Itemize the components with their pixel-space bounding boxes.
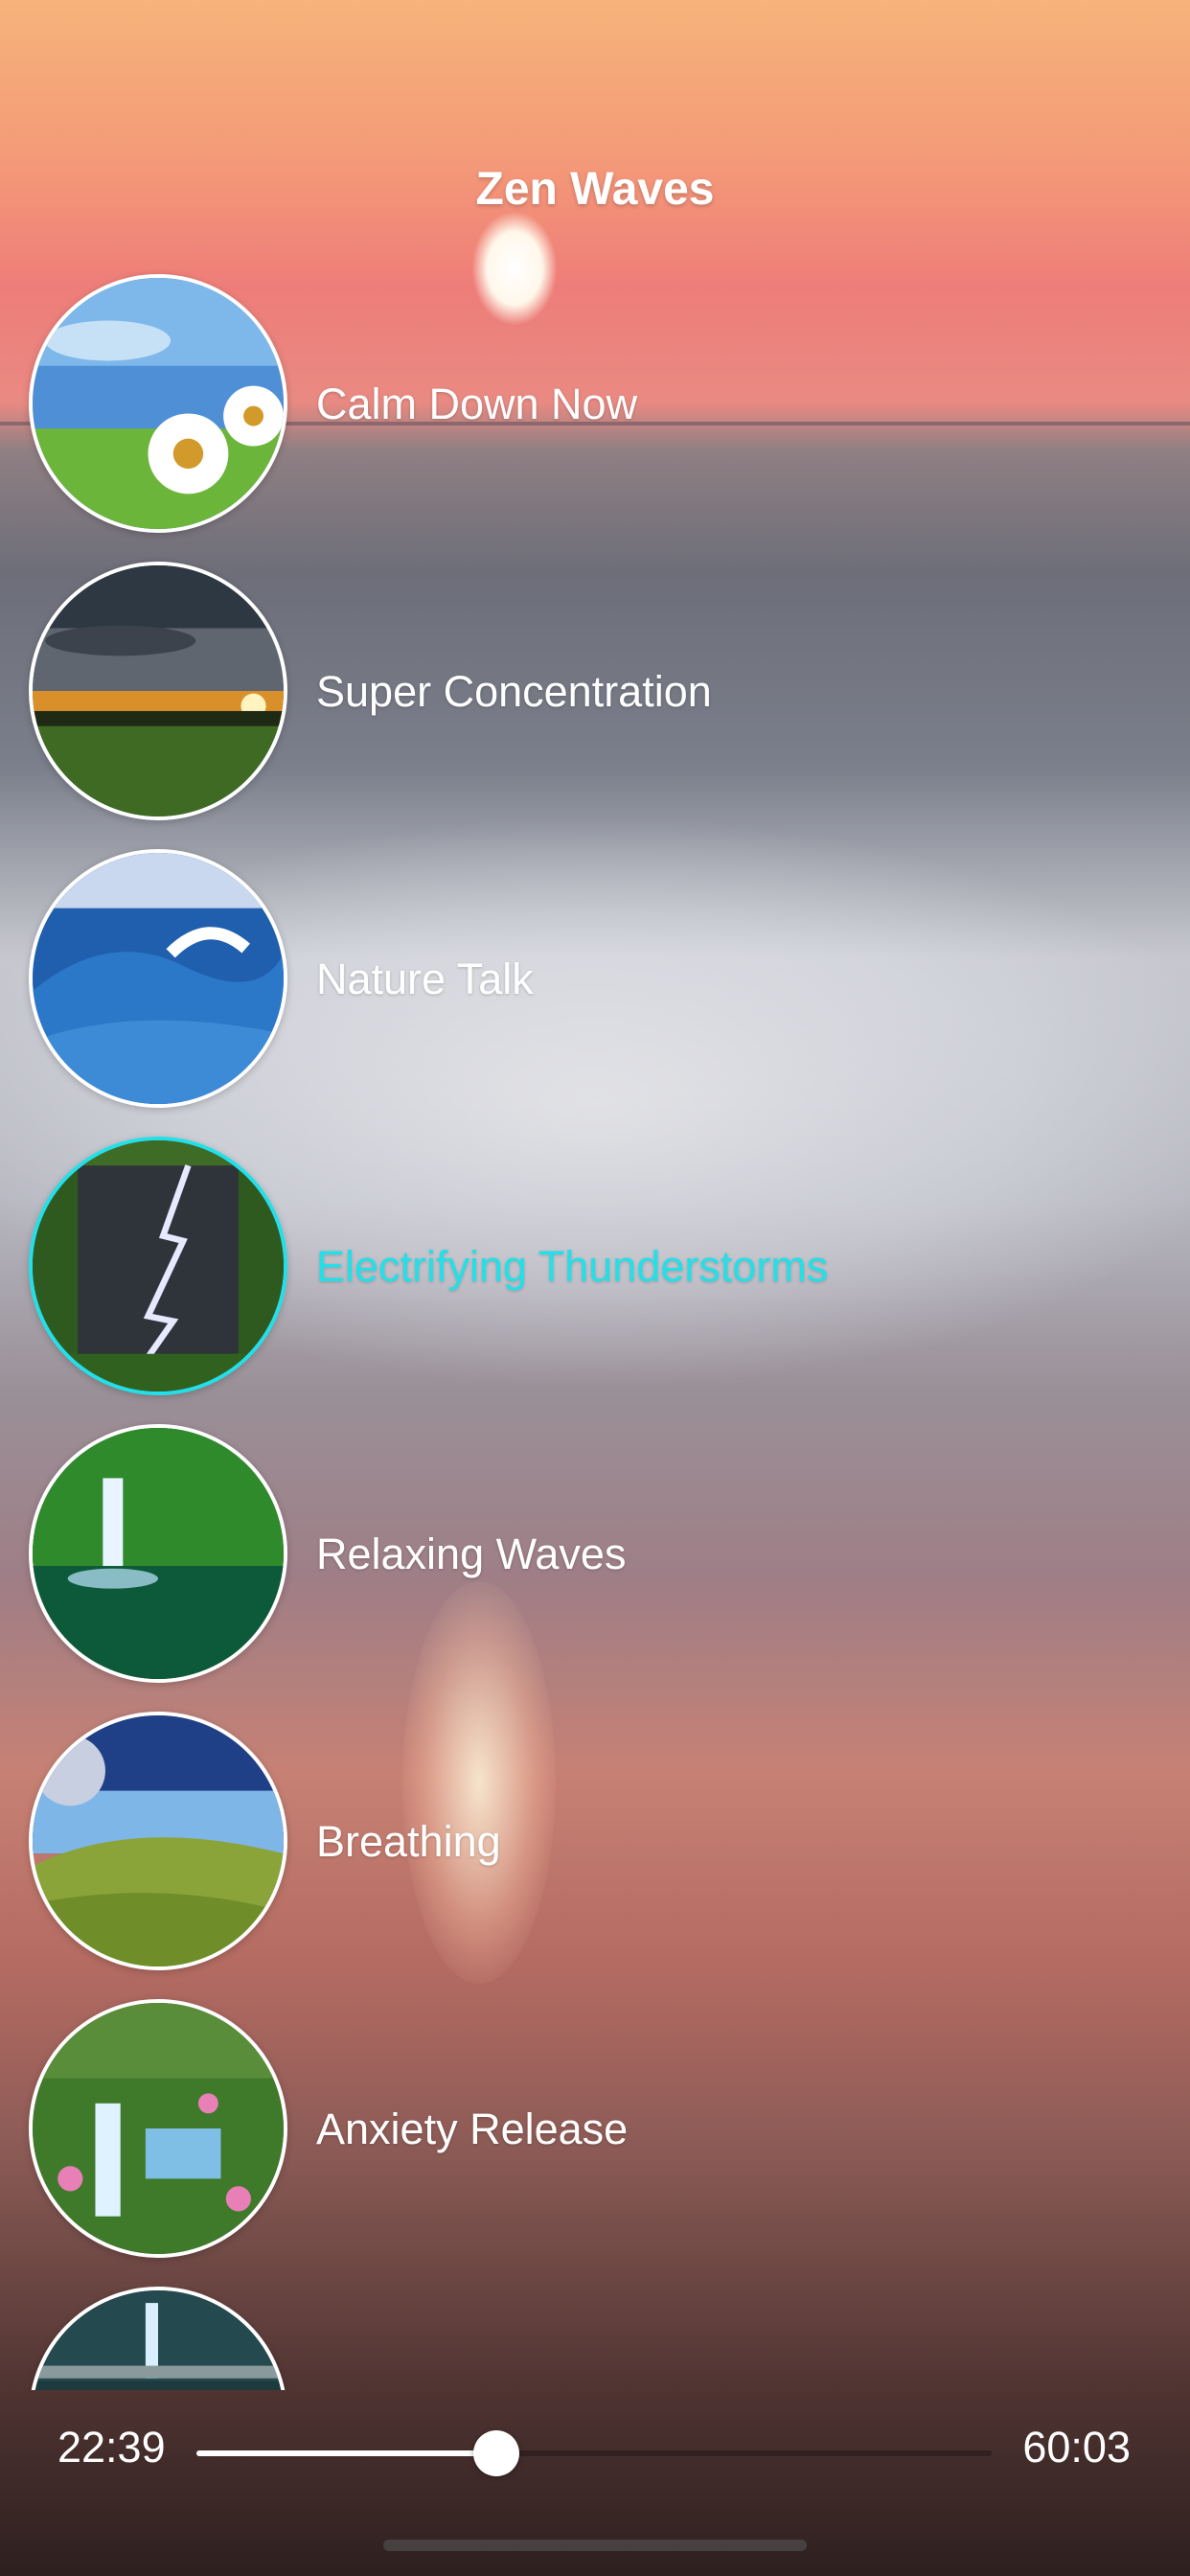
sunset-field-image[interactable] <box>29 562 287 820</box>
progress-fill <box>196 2450 497 2456</box>
home-indicator[interactable] <box>383 2540 807 2551</box>
track-item-relaxing-waves[interactable]: Relaxing Waves <box>29 1424 987 1692</box>
app-screen: Zen Waves Calm Down Now Super Concentrat… <box>0 0 1190 2576</box>
total-time: 60:03 <box>1022 2423 1131 2472</box>
progress-knob[interactable] <box>473 2430 520 2476</box>
track-label-electrifying-thunderstorms[interactable]: Electrifying Thunderstorms <box>316 1242 828 1292</box>
playback-bar: 22:39 60:03 <box>0 2415 1190 2492</box>
daisy-meadow-image[interactable] <box>29 274 287 533</box>
track-label-relaxing-waves[interactable]: Relaxing Waves <box>316 1530 626 1579</box>
track-label-breathing[interactable]: Breathing <box>316 1817 501 1867</box>
moon-hills-image[interactable] <box>29 1712 287 1970</box>
track-item-breathing[interactable]: Breathing <box>29 1712 987 1980</box>
track-label-anxiety-release[interactable]: Anxiety Release <box>316 2104 628 2154</box>
elapsed-time: 22:39 <box>57 2423 166 2472</box>
track-label-nature-talk[interactable]: Nature Talk <box>316 954 534 1004</box>
waterfall-lagoon-image[interactable] <box>29 1424 287 1683</box>
lightning-storm-image[interactable] <box>29 1137 287 1395</box>
app-title: Zen Waves <box>475 164 715 215</box>
track-label-calm-down-now[interactable]: Calm Down Now <box>316 380 637 429</box>
cascade-flowers-image[interactable] <box>29 1999 287 2258</box>
track-item-calm-down-now[interactable]: Calm Down Now <box>29 274 987 542</box>
track-label-super-concentration[interactable]: Super Concentration <box>316 667 712 717</box>
track-item-nature-talk[interactable]: Nature Talk <box>29 849 987 1117</box>
ocean-wave-image[interactable] <box>29 849 287 1108</box>
progress-slider[interactable] <box>196 2430 992 2476</box>
track-item-partial[interactable] <box>29 2287 987 2390</box>
track-item-anxiety-release[interactable]: Anxiety Release <box>29 1999 987 2267</box>
track-item-electrifying-thunderstorms[interactable]: Electrifying Thunderstorms <box>29 1137 987 1405</box>
waterfall-bridge-image[interactable] <box>29 2287 287 2390</box>
track-item-super-concentration[interactable]: Super Concentration <box>29 562 987 830</box>
